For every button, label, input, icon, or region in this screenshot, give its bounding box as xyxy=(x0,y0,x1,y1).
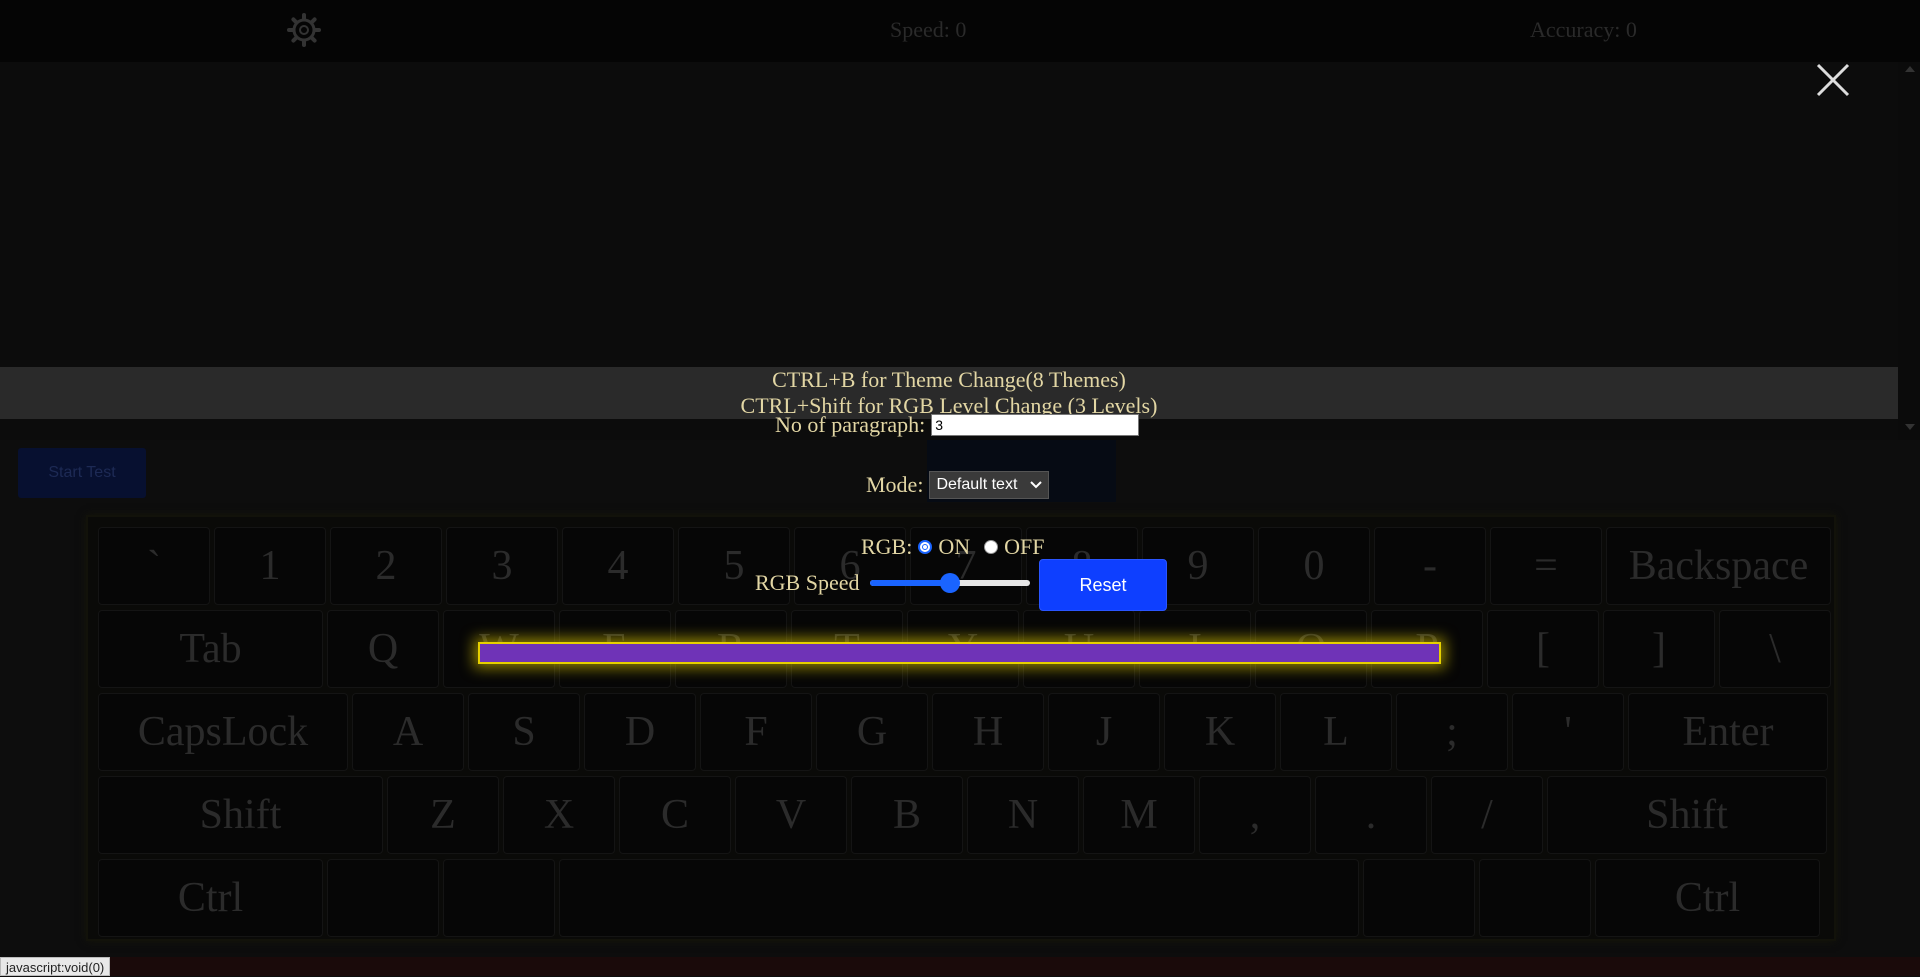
key: Ctrl xyxy=(98,859,323,937)
key: 4 xyxy=(562,527,674,605)
key: Q xyxy=(327,610,439,688)
paragraph-input[interactable] xyxy=(931,414,1140,436)
rgb-off-radio[interactable] xyxy=(984,540,999,554)
key xyxy=(1363,859,1475,937)
close-icon[interactable] xyxy=(1812,59,1854,101)
key: K xyxy=(1164,693,1276,771)
key: M xyxy=(1083,776,1195,854)
key: . xyxy=(1315,776,1427,854)
key: 0 xyxy=(1258,527,1370,605)
hint-theme: CTRL+B for Theme Change(8 Themes) xyxy=(772,367,1126,392)
key: A xyxy=(352,693,464,771)
keyboard-row-5: Ctrl Ctrl xyxy=(98,859,1820,937)
speed-stat: Speed: 0 xyxy=(890,17,967,42)
keyboard-row-4: Shift Z X C V B N M,. / Shift xyxy=(98,776,1827,854)
mode-select[interactable]: Default text xyxy=(929,471,1050,499)
rgb-off-label: OFF xyxy=(1004,534,1045,559)
key: V xyxy=(735,776,847,854)
rgb-speed-label: RGB Speed xyxy=(755,570,860,595)
key xyxy=(327,859,439,937)
key: ] xyxy=(1603,610,1715,688)
accuracy-stat: Accuracy: 0 xyxy=(1530,17,1637,42)
mode-label: Mode: xyxy=(866,472,924,497)
key: Shift xyxy=(98,776,383,854)
rgb-on-radio[interactable] xyxy=(918,540,933,554)
key: 3 xyxy=(446,527,558,605)
paragraph-field-row: No of paragraph: xyxy=(775,412,1140,438)
rgb-label: RGB: xyxy=(861,534,913,559)
scrollbar[interactable] xyxy=(1898,62,1920,440)
settings-overlay: CTRL+B for Theme Change(8 Themes) CTRL+S… xyxy=(0,62,1898,440)
key: [ xyxy=(1487,610,1599,688)
key: ` xyxy=(98,527,210,605)
rgb-speed-row: RGB Speed xyxy=(755,570,1030,596)
key: G xyxy=(816,693,928,771)
key xyxy=(1479,859,1591,937)
key: ; xyxy=(1396,693,1508,771)
reset-button[interactable]: Reset xyxy=(1039,559,1167,611)
key: 2 xyxy=(330,527,442,605)
key: \ xyxy=(1719,610,1831,688)
key: C xyxy=(619,776,731,854)
key: CapsLock xyxy=(98,693,348,771)
key: F xyxy=(700,693,812,771)
slider-fill xyxy=(869,580,950,586)
status-bar xyxy=(0,957,1920,976)
top-bar: Speed: 0 Accuracy: 0 xyxy=(0,0,1920,62)
key: X xyxy=(503,776,615,854)
key: J xyxy=(1048,693,1160,771)
key: Backspace xyxy=(1606,527,1831,605)
key: , xyxy=(1199,776,1311,854)
start-test-button[interactable]: Start Test xyxy=(18,448,146,498)
key: H xyxy=(932,693,1044,771)
chevron-down-icon xyxy=(1030,476,1043,494)
key: / xyxy=(1431,776,1543,854)
key: L xyxy=(1280,693,1392,771)
gear-icon[interactable] xyxy=(287,13,321,47)
keyboard-row-3: CapsLock A S D F G H J K L; ' Enter xyxy=(98,693,1828,771)
key: Shift xyxy=(1547,776,1827,854)
key: ' xyxy=(1512,693,1624,771)
key: S xyxy=(468,693,580,771)
key: N xyxy=(967,776,1079,854)
rgb-toggle-row: RGB: ON OFF xyxy=(861,534,1045,560)
key: Tab xyxy=(98,610,323,688)
key: Enter xyxy=(1628,693,1828,771)
key: D xyxy=(584,693,696,771)
scroll-up-icon[interactable] xyxy=(1905,66,1915,72)
key: - xyxy=(1374,527,1486,605)
key: 1 xyxy=(214,527,326,605)
key xyxy=(443,859,555,937)
key: Z xyxy=(387,776,499,854)
mode-field-row: Mode: Default text xyxy=(866,471,1050,499)
paragraph-label: No of paragraph: xyxy=(775,412,926,437)
key xyxy=(559,859,1359,937)
mode-value: Default text xyxy=(936,476,1018,493)
slider-thumb[interactable] xyxy=(939,573,960,593)
key: B xyxy=(851,776,963,854)
key: = xyxy=(1490,527,1602,605)
rgb-speed-slider[interactable] xyxy=(869,573,1030,593)
rgb-on-label: ON xyxy=(938,534,971,559)
key: Ctrl xyxy=(1595,859,1820,937)
status-url: javascript:void(0) xyxy=(0,957,111,976)
rgb-preview-bar xyxy=(478,642,1441,664)
scroll-down-icon[interactable] xyxy=(1905,424,1915,430)
